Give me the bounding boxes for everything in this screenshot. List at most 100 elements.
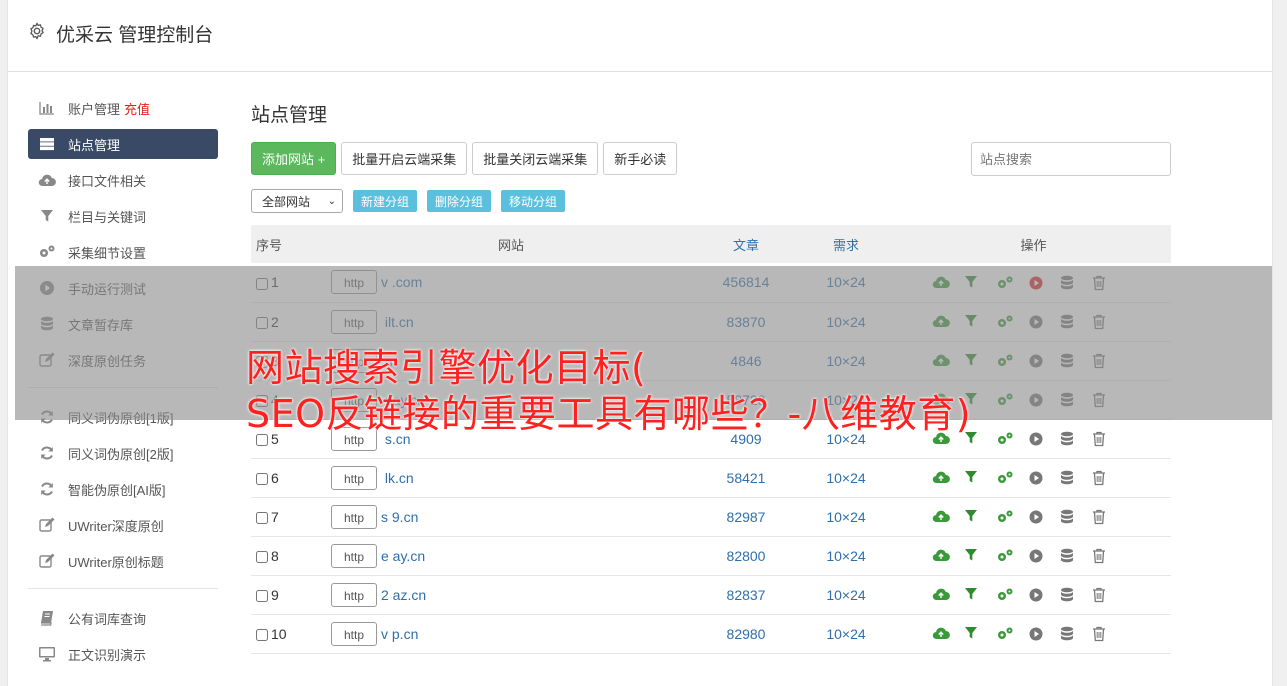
site-search-input[interactable] bbox=[971, 142, 1171, 176]
filter-icon[interactable] bbox=[964, 548, 980, 564]
sidebar-item-c-0[interactable]: 公有词库查询 bbox=[28, 603, 218, 633]
sidebar-item-b-2[interactable]: 智能伪原创[AI版] bbox=[28, 474, 218, 504]
sidebar-item-a-1[interactable]: 站点管理 bbox=[28, 129, 218, 159]
row-number: 8 bbox=[271, 547, 279, 564]
sidebar-item-label: 账户管理 bbox=[68, 101, 121, 117]
database-icon[interactable] bbox=[1060, 626, 1076, 642]
play-circle-icon[interactable] bbox=[1028, 470, 1044, 486]
batch-enable-button[interactable]: 批量开启云端采集 bbox=[341, 141, 468, 175]
filter-icon[interactable] bbox=[964, 626, 980, 642]
sidebar-item-b-3[interactable]: UWriter深度原创 bbox=[28, 510, 218, 540]
filter-icon[interactable] bbox=[964, 509, 980, 525]
trash-icon[interactable] bbox=[1092, 626, 1108, 642]
site-cell: http lk.cn bbox=[326, 458, 696, 497]
play-circle-icon[interactable] bbox=[1028, 548, 1044, 564]
article-count[interactable]: 82987 bbox=[696, 497, 796, 536]
site-cell: http e ay.cn bbox=[326, 536, 696, 575]
database-icon[interactable] bbox=[1060, 509, 1076, 525]
row-number-cell: 10 bbox=[251, 614, 326, 653]
site-link[interactable]: 2 az.cn bbox=[381, 587, 426, 603]
site-link[interactable]: s 9.cn bbox=[381, 509, 418, 525]
row-checkbox[interactable] bbox=[256, 550, 268, 563]
sidebar-item-label: UWriter原创标题 bbox=[68, 554, 164, 570]
protocol-badge: http bbox=[331, 621, 377, 646]
play-circle-icon[interactable] bbox=[1028, 626, 1044, 642]
demand-value[interactable]: 10×24 bbox=[796, 458, 896, 497]
move-group-button[interactable]: 移动分组 bbox=[501, 190, 566, 212]
gears-icon[interactable] bbox=[996, 470, 1013, 486]
article-count[interactable]: 58421 bbox=[696, 458, 796, 497]
trash-icon[interactable] bbox=[1092, 431, 1108, 447]
server-icon bbox=[38, 135, 56, 153]
group-select[interactable]: 全部网站 ⌄ bbox=[251, 189, 343, 213]
gears-icon[interactable] bbox=[996, 587, 1013, 603]
sidebar-item-label: 站点管理 bbox=[68, 137, 121, 153]
edit-icon bbox=[38, 552, 56, 570]
site-link[interactable]: e ay.cn bbox=[381, 548, 425, 564]
article-count[interactable]: 82837 bbox=[696, 575, 796, 614]
overlay-caption: 网站搜索引擎优化目标( SEO反链接的重要工具有哪些？-八维教育) bbox=[246, 345, 971, 437]
trash-icon[interactable] bbox=[1092, 470, 1108, 486]
row-checkbox[interactable] bbox=[256, 628, 268, 641]
demand-value[interactable]: 10×24 bbox=[796, 497, 896, 536]
demand-value[interactable]: 10×24 bbox=[796, 575, 896, 614]
database-icon[interactable] bbox=[1060, 548, 1076, 564]
row-number-cell: 6 bbox=[251, 458, 326, 497]
row-number-cell: 7 bbox=[251, 497, 326, 536]
play-circle-icon[interactable] bbox=[1028, 587, 1044, 603]
demand-value[interactable]: 10×24 bbox=[796, 614, 896, 653]
sidebar-item-a-4[interactable]: 采集细节设置 bbox=[28, 237, 218, 267]
gears-icon[interactable] bbox=[996, 548, 1013, 564]
refresh-icon bbox=[38, 480, 56, 498]
add-site-button[interactable]: 添加网站 + bbox=[251, 141, 337, 175]
site-cell: http s 9.cn bbox=[326, 497, 696, 536]
trash-icon[interactable] bbox=[1092, 587, 1108, 603]
database-icon[interactable] bbox=[1060, 470, 1076, 486]
cloud-upload-icon[interactable] bbox=[932, 470, 950, 486]
sidebar-item-label: 栏目与关键词 bbox=[68, 209, 147, 225]
row-checkbox[interactable] bbox=[256, 589, 268, 602]
sidebar-item-a-3[interactable]: 栏目与关键词 bbox=[28, 201, 218, 231]
article-count[interactable]: 82980 bbox=[696, 614, 796, 653]
demand-value[interactable]: 10×24 bbox=[796, 536, 896, 575]
header: 优采云 管理控制台 bbox=[8, 0, 1272, 72]
gear-icon bbox=[30, 22, 44, 40]
gears-icon[interactable] bbox=[996, 509, 1013, 525]
cloud-upload-icon[interactable] bbox=[932, 548, 950, 564]
row-checkbox[interactable] bbox=[256, 511, 268, 524]
new-group-button[interactable]: 新建分组 bbox=[353, 190, 418, 212]
gears-icon[interactable] bbox=[996, 431, 1013, 447]
row-checkbox[interactable] bbox=[256, 472, 268, 485]
sidebar-item-label: UWriter深度原创 bbox=[68, 518, 164, 534]
edit-icon bbox=[38, 516, 56, 534]
trash-icon[interactable] bbox=[1092, 548, 1108, 564]
sidebar-item-b-4[interactable]: UWriter原创标题 bbox=[28, 546, 218, 576]
play-circle-icon[interactable] bbox=[1028, 431, 1044, 447]
refresh-icon bbox=[38, 444, 56, 462]
site-link[interactable]: lk.cn bbox=[381, 470, 414, 486]
delete-group-button[interactable]: 删除分组 bbox=[427, 190, 492, 212]
page-title: 站点管理 bbox=[251, 105, 328, 126]
database-icon[interactable] bbox=[1060, 587, 1076, 603]
gears-icon[interactable] bbox=[996, 626, 1013, 642]
sidebar-item-c-1[interactable]: 正文识别演示 bbox=[28, 639, 218, 669]
guide-button[interactable]: 新手必读 bbox=[603, 141, 678, 175]
cloud-upload-icon[interactable] bbox=[932, 587, 950, 603]
filter-icon[interactable] bbox=[964, 587, 980, 603]
trash-icon[interactable] bbox=[1092, 509, 1108, 525]
recharge-link[interactable]: 充值 bbox=[124, 99, 150, 118]
database-icon[interactable] bbox=[1060, 431, 1076, 447]
sidebar-item-b-1[interactable]: 同义词伪原创[2版] bbox=[28, 438, 218, 468]
sidebar-item-a-2[interactable]: 接口文件相关 bbox=[28, 165, 218, 195]
cloud-upload-icon[interactable] bbox=[932, 509, 950, 525]
site-link[interactable]: v p.cn bbox=[381, 626, 418, 642]
filter-icon[interactable] bbox=[964, 470, 980, 486]
sidebar-item-a-0[interactable]: 账户管理 充值 bbox=[28, 93, 218, 123]
gears-icon bbox=[38, 243, 56, 261]
play-circle-icon[interactable] bbox=[1028, 509, 1044, 525]
batch-disable-button[interactable]: 批量关闭云端采集 bbox=[472, 141, 599, 175]
cloud-upload-icon[interactable] bbox=[932, 626, 950, 642]
article-count[interactable]: 82800 bbox=[696, 536, 796, 575]
col-ops: 操作 bbox=[1020, 237, 1047, 253]
row-actions bbox=[896, 575, 1171, 614]
